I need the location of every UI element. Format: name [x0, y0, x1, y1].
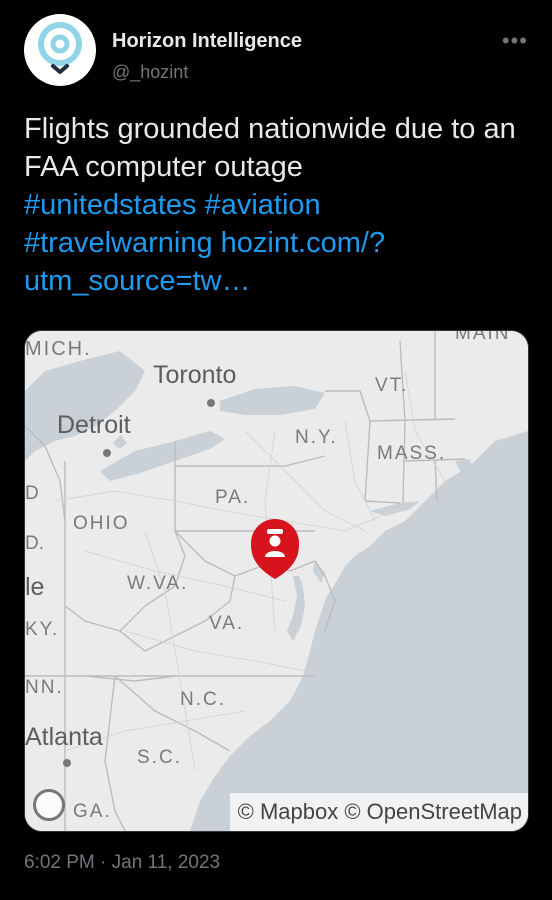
hashtag-travelwarning[interactable]: #travelwarning	[24, 227, 213, 259]
location-pin-logo-icon	[38, 22, 82, 74]
label-ny: N.Y.	[295, 427, 338, 448]
label-tn: NN.	[25, 677, 64, 698]
author-handle[interactable]: @_hozint	[112, 62, 188, 83]
label-nc: N.C.	[180, 689, 226, 710]
label-mich: MICH.	[25, 338, 92, 360]
label-d-edge-2: D.	[25, 533, 44, 554]
avatar[interactable]	[24, 14, 96, 86]
label-pa: PA.	[215, 487, 250, 508]
label-le: le	[25, 573, 44, 601]
mapbox-logo-icon[interactable]	[33, 789, 65, 821]
tweet-timestamp[interactable]: 6:02 PM · Jan 11, 2023	[24, 852, 220, 874]
label-wva: W.VA.	[127, 573, 188, 594]
label-ky: KY.	[25, 619, 59, 640]
label-ga: GA.	[73, 801, 112, 822]
map-image: MICH. Toronto VT. Detroit N.Y. MASS. PA.…	[25, 331, 528, 831]
tweet-header: Horizon Intelligence @_hozint •••	[24, 14, 534, 86]
label-ohio: OHIO	[73, 513, 130, 534]
label-detroit: Detroit	[57, 411, 131, 439]
map-attribution[interactable]: © Mapbox © OpenStreetMap	[229, 793, 528, 831]
label-d-edge: D	[25, 483, 39, 504]
tweet-body: Flights grounded nationwide due to an FA…	[24, 113, 516, 183]
tweet-text: Flights grounded nationwide due to an FA…	[24, 110, 534, 300]
label-va: VA.	[209, 613, 244, 634]
more-options-icon[interactable]: •••	[502, 28, 528, 54]
hashtag-unitedstates[interactable]: #unitedstates	[24, 189, 197, 221]
map-card[interactable]: MICH. Toronto VT. Detroit N.Y. MASS. PA.…	[24, 330, 529, 832]
label-mass: MASS.	[377, 443, 446, 464]
hashtag-aviation[interactable]: #aviation	[205, 189, 321, 221]
label-vt: VT.	[375, 375, 408, 396]
label-sc: S.C.	[137, 747, 182, 768]
label-toronto: Toronto	[153, 361, 236, 389]
label-atlanta: Atlanta	[25, 723, 103, 751]
label-maine: MAIN	[455, 331, 511, 344]
author-name[interactable]: Horizon Intelligence	[112, 30, 302, 53]
